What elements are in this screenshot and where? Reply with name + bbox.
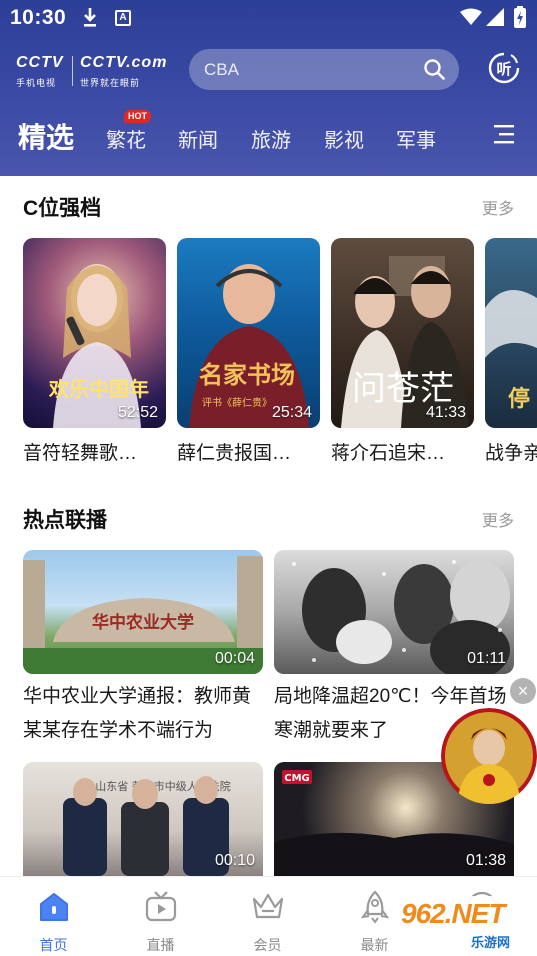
section-title-hot: 热点联播 (23, 509, 107, 532)
logo-brand-left: CCTV (16, 54, 64, 71)
search-icon[interactable] (423, 58, 445, 80)
nav-label: 首页 (39, 937, 68, 953)
news-card[interactable]: 01:11 (274, 550, 514, 674)
hot-badge: HOT (124, 110, 151, 123)
menu-icon[interactable] (491, 122, 517, 146)
search-bar[interactable]: CBA (189, 49, 459, 90)
logo-sub-right: 世界就在眼前 (80, 78, 141, 88)
svg-text:华中农业大学: 华中农业大学 (92, 612, 194, 633)
svg-text:欢乐中国年: 欢乐中国年 (48, 377, 149, 401)
video-card[interactable]: 欢乐中国年 52:52 (23, 238, 166, 428)
tab-travel[interactable]: 旅游 (251, 124, 291, 153)
nav-live[interactable]: 直播 (107, 877, 214, 956)
svg-text:CMG: CMG (284, 773, 310, 784)
video-duration: 41:33 (425, 404, 466, 421)
tv-icon (145, 891, 177, 922)
news-card[interactable]: 山东省 菏泽市中级人民法院 00:10 (23, 762, 263, 876)
nav-home[interactable]: 首页 (0, 877, 107, 956)
signal-icon (486, 8, 504, 26)
tab-film[interactable]: 影视 (324, 124, 364, 153)
download-icon (84, 8, 96, 27)
app-header: 10:30 A CCTV 手机电视 CCTV.com 世界就在眼前 CBA 听 … (0, 0, 537, 176)
watermark-logo: 962.NET 乐游网 (397, 896, 533, 952)
video-title[interactable]: 蒋介石追宋… (331, 438, 474, 465)
poster-image: 欢乐中国年 (48, 264, 149, 428)
logo-divider (72, 56, 73, 86)
poster-image: 名家书场 评书《薛仁贵》 (189, 264, 309, 428)
video-duration: 01:11 (467, 650, 506, 667)
video-title[interactable]: 音符轻舞歌… (23, 438, 166, 465)
more-link-c[interactable]: 更多 (482, 195, 514, 219)
video-card[interactable]: 名家书场 评书《薛仁贵》 25:34 (177, 238, 320, 428)
video-duration: 25:34 (271, 404, 312, 421)
status-time: 10:30 (10, 6, 67, 29)
nav-vip[interactable]: 会员 (214, 877, 321, 956)
video-title[interactable]: 战争亲 (485, 438, 537, 465)
video-duration: 52:52 (117, 404, 158, 421)
cctv-logo[interactable]: CCTV 手机电视 CCTV.com 世界就在眼前 (16, 52, 166, 92)
video-card[interactable]: 问苍茫 41:33 (331, 238, 474, 428)
floating-ad-image (441, 708, 537, 804)
nav-label: 会员 (253, 937, 282, 953)
video-card[interactable]: 停 (485, 238, 537, 428)
svg-text:问苍茫: 问苍茫 (352, 369, 454, 409)
status-bar: 10:30 A (0, 0, 537, 36)
home-icon (40, 893, 68, 921)
tab-news[interactable]: 新闻 (178, 124, 218, 153)
listen-icon: 听 (488, 52, 520, 84)
notification-a-icon: A (115, 10, 131, 26)
logo-sub-left: 手机电视 (16, 78, 57, 88)
category-tabs: 精选 繁花 HOT 新闻 旅游 影视 军事 (0, 110, 537, 160)
svg-text:停: 停 (508, 386, 530, 412)
rocket-icon (360, 890, 390, 924)
wifi-icon (460, 8, 482, 25)
listen-button[interactable]: 听 (487, 51, 521, 85)
battery-charging-icon (514, 6, 526, 28)
watermark-main: 962.NET (401, 898, 505, 929)
section-title-c: C位强档 (23, 197, 102, 220)
more-link-hot[interactable]: 更多 (482, 507, 514, 531)
logo-brand-right: CCTV.com (80, 54, 168, 71)
floating-ad[interactable] (441, 708, 537, 804)
svg-text:评书《薛仁贵》: 评书《薛仁贵》 (202, 396, 272, 409)
news-card[interactable]: 华中农业大学 00:04 (23, 550, 263, 674)
tab-featured[interactable]: 精选 (18, 116, 74, 156)
video-duration: 00:10 (214, 852, 255, 869)
video-title[interactable]: 薛仁贵报国… (177, 438, 320, 465)
crown-icon (252, 893, 284, 919)
listen-label: 听 (496, 60, 511, 78)
svg-text:名家书场: 名家书场 (199, 360, 295, 389)
close-ad-button[interactable]: × (510, 678, 536, 704)
search-placeholder: CBA (204, 60, 239, 79)
video-duration: 01:38 (465, 852, 506, 869)
news-title[interactable]: 华中农业大学通报：教师黄某某存在学术不端行为 (23, 680, 263, 748)
watermark-sub: 乐游网 (471, 935, 511, 950)
poster-image: 问苍茫 (341, 256, 469, 428)
poster-image: 停 (485, 290, 537, 412)
tab-military[interactable]: 军事 (396, 124, 436, 153)
tab-fanhua[interactable]: 繁花 (106, 124, 146, 153)
video-duration: 00:04 (214, 650, 255, 667)
nav-label: 直播 (146, 937, 175, 953)
